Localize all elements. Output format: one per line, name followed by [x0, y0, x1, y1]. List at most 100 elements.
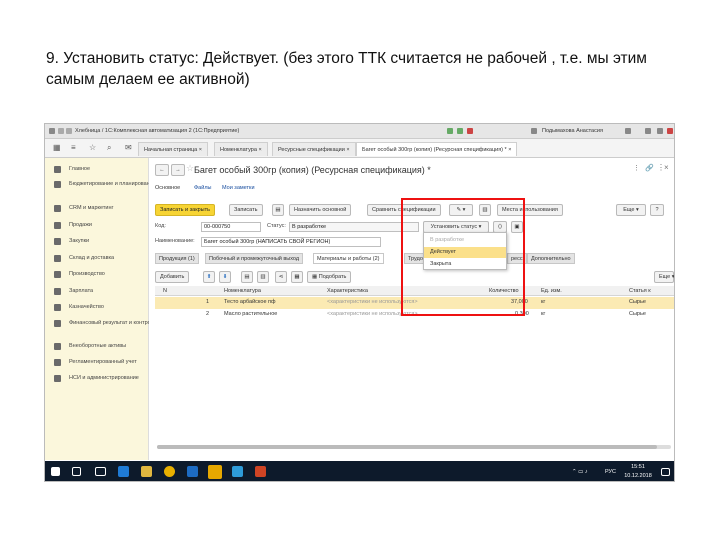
compare-specs-button[interactable]: Сравнить спецификации [367, 204, 441, 216]
table-row[interactable]: 1 Тесто арбайское пф <характеристики не … [155, 297, 674, 309]
maximize-icon[interactable] [657, 128, 663, 134]
powerpoint-icon[interactable] [255, 466, 266, 477]
tab-nomenclature[interactable]: Номенклатура × [214, 142, 268, 156]
save-button[interactable]: Записать [229, 204, 263, 216]
status-option-in-development[interactable]: В разработке [424, 235, 506, 246]
col-article: Статья к [629, 288, 651, 294]
toolbar-tool-icon[interactable] [447, 128, 453, 134]
language-indicator[interactable]: РУС [605, 469, 616, 475]
code-field[interactable]: 00-000750 [201, 222, 261, 232]
name-field[interactable]: Багет особый 300гр (НАПИСАТЬ СВОЙ РЕГИОН… [201, 237, 381, 247]
search-icon[interactable]: ⌕ [107, 143, 111, 153]
forward-icon[interactable] [66, 128, 72, 134]
status-option-active[interactable]: Действует [424, 247, 506, 258]
tab-additional[interactable]: Дополнительно [527, 253, 575, 264]
section-icon [54, 271, 61, 278]
attachments-icon[interactable]: ✎ ▾ [449, 204, 473, 216]
table-icon[interactable]: ▦ [291, 271, 303, 283]
edge-browser-icon[interactable] [118, 466, 129, 477]
save-and-close-button[interactable]: Записать и закрыть [155, 204, 216, 216]
grid-more-button[interactable]: Еще ▾ [654, 271, 674, 283]
form-more-icon[interactable]: ⋮ [633, 164, 640, 172]
report-icon[interactable]: ▥ [479, 204, 491, 216]
pick-button[interactable]: ▦ Подобрать [307, 271, 352, 283]
window-title: Хлебница / 1С:Комплексная автоматизация … [75, 128, 240, 134]
share-icon[interactable]: ⋖ [275, 271, 287, 283]
cell-unit: кг [541, 311, 546, 317]
tab-process[interactable]: ресс [507, 253, 527, 264]
favorites-icon[interactable]: ☆ [89, 143, 96, 152]
clock-date[interactable]: 10.12.2018 [621, 473, 655, 479]
status-option-closed[interactable]: Закрыта [424, 259, 506, 270]
col-characteristic: Характеристика [327, 288, 368, 294]
form-title: Багет особый 300гр (копия) (Ресурсная сп… [194, 165, 431, 175]
current-user[interactable]: Подымахова Анастасия [542, 128, 603, 134]
toolbar-tool-icon[interactable] [467, 128, 473, 134]
file-explorer-icon[interactable] [141, 466, 152, 477]
sidebar-item-label: Продажи [69, 222, 92, 228]
tab-materials-works[interactable]: Материалы и работы (2) [313, 253, 384, 264]
table-row[interactable]: 2 Масло растительное <характеристики не … [155, 309, 674, 321]
scrollbar-thumb[interactable] [157, 445, 657, 449]
history-icon[interactable]: ≡ [71, 143, 76, 152]
notifications-icon[interactable]: ✉ [125, 143, 132, 152]
sidebar-item-label: CRM и маркетинг [69, 205, 114, 211]
close-icon[interactable] [667, 128, 673, 134]
minimize-icon[interactable] [645, 128, 651, 134]
tray-icons[interactable]: ⌃ ▭ ♪ [572, 469, 588, 475]
horizontal-scrollbar[interactable] [157, 445, 671, 449]
back-icon[interactable] [58, 128, 64, 134]
sidebar-item-label: Регламентированный учет [69, 359, 137, 365]
chrome-icon[interactable] [164, 466, 175, 477]
tab-resource-specs[interactable]: Ресурсные спецификации × [272, 142, 356, 156]
sections-sidebar: Главное Бюджетирование и планирование CR… [45, 158, 165, 460]
move-down-icon[interactable]: ⬇ [219, 271, 231, 283]
tab-products[interactable]: Продукция (1) [155, 253, 199, 264]
search-icon[interactable] [72, 467, 81, 476]
sidebar-item-label: Казначейство [69, 304, 104, 310]
col-quantity: Количество [489, 288, 519, 294]
cell-item: Тесто арбайское пф [224, 299, 276, 305]
tab-label: Багет особый 300гр (копия) (Ресурсная сп… [362, 147, 507, 153]
section-icon [54, 205, 61, 212]
form-link-icon[interactable]: 🔗 [645, 164, 654, 172]
link-my-notes[interactable]: Мои заметки [222, 185, 255, 191]
user-icon [531, 128, 537, 134]
outlook-icon[interactable] [187, 466, 198, 477]
usage-places-button[interactable]: Места использования [497, 204, 563, 216]
tab-label: Номенклатура [220, 147, 257, 153]
document-icon[interactable]: ▣ [511, 221, 523, 233]
1c-app-icon[interactable] [208, 465, 222, 479]
task-view-icon[interactable] [95, 467, 106, 476]
toolbar-tool-icon[interactable] [457, 128, 463, 134]
tab-byproducts[interactable]: Побочный и промежуточный выход [205, 253, 304, 264]
menu-icon[interactable] [625, 128, 631, 134]
start-windows-icon[interactable] [51, 467, 60, 476]
app-screenshot: Хлебница / 1С:Комплексная автоматизация … [44, 123, 675, 482]
notifications-icon[interactable] [661, 468, 670, 476]
favorite-star-icon[interactable]: ☆ [186, 163, 194, 174]
more-button[interactable]: Еще ▾ [616, 204, 646, 216]
link-main[interactable]: Основное [155, 185, 180, 191]
link-files[interactable]: Файлы [194, 185, 211, 191]
form-close-icon[interactable]: × [664, 163, 669, 172]
forward-button[interactable]: → [171, 164, 185, 176]
help-button[interactable]: ? [650, 204, 664, 216]
sections-grid-icon[interactable]: ▦ [53, 143, 61, 152]
tab-label: Начальная страница [144, 147, 198, 153]
status-label: Статус: [267, 223, 286, 229]
add-row-button[interactable]: Добавить [155, 271, 190, 283]
copy-icon[interactable]: ▤ [241, 271, 253, 283]
set-main-button[interactable]: Назначить основной [289, 204, 352, 216]
col-item: Номенклатура [224, 288, 261, 294]
move-up-icon[interactable]: ⬆ [203, 271, 215, 283]
copy-rows-icon[interactable]: ▥ [257, 271, 269, 283]
tab-home[interactable]: Начальная страница × [138, 142, 208, 156]
tab-current-spec[interactable]: Багет особый 300гр (копия) (Ресурсная сп… [356, 142, 518, 156]
skype-icon[interactable] [232, 466, 243, 477]
section-icon [54, 222, 61, 229]
back-button[interactable]: ← [155, 164, 169, 176]
print-icon[interactable]: ▤ [272, 204, 284, 216]
clock-time[interactable]: 15:51 [625, 464, 651, 470]
section-icon [54, 304, 61, 311]
